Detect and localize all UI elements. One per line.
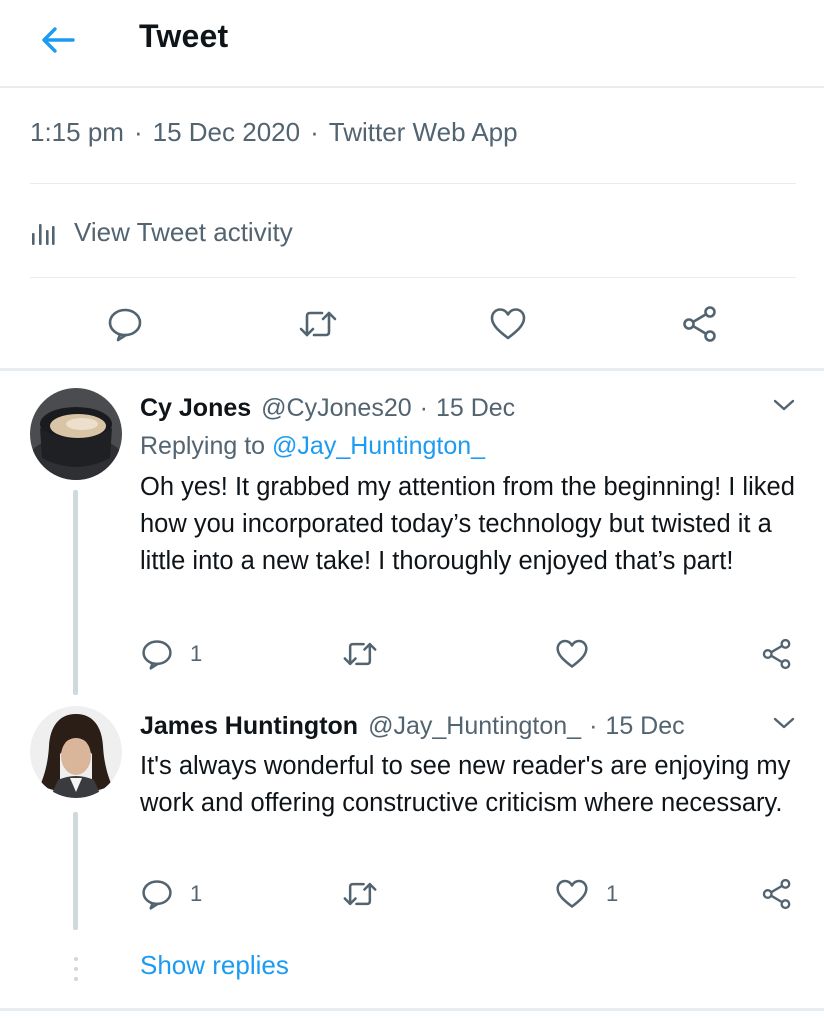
replying-to-line: Replying to @Jay_Huntington_ <box>140 432 820 464</box>
reply-text: Oh yes! It grabbed my attention from the… <box>140 473 795 575</box>
reply-icon <box>108 308 142 342</box>
profile-photo-avatar-image <box>30 706 122 798</box>
reply-button[interactable] <box>97 296 153 352</box>
tweet-meta: 1:15 pm · 15 Dec 2020 · Twitter Web App <box>30 117 518 148</box>
header-separator: · <box>419 393 428 422</box>
share-button[interactable] <box>760 634 794 674</box>
divider <box>30 277 796 278</box>
replying-to-mention[interactable]: @Jay_Huntington_ <box>272 432 485 460</box>
arrow-left-icon <box>42 27 75 53</box>
back-button[interactable] <box>36 18 80 62</box>
reply-james-huntington: James Huntington @Jay_Huntington_ · 15 D… <box>140 709 820 822</box>
like-button[interactable]: 1 <box>554 874 618 914</box>
reply-count: 1 <box>190 881 203 906</box>
author-name[interactable]: Cy Jones <box>140 394 251 423</box>
share-icon <box>762 638 791 670</box>
reply-icon <box>142 880 172 910</box>
more-replies-dots <box>74 954 78 984</box>
like-icon <box>556 879 588 908</box>
avatar[interactable] <box>30 706 122 798</box>
retweet-button[interactable] <box>290 296 346 352</box>
chevron-down-icon <box>773 717 795 729</box>
reply-count: 1 <box>190 641 203 666</box>
tweet-date[interactable]: 15 Dec 2020 <box>153 117 300 147</box>
reply-date[interactable]: 15 Dec <box>436 394 515 423</box>
like-button[interactable] <box>480 296 536 352</box>
meta-separator: · <box>310 117 319 147</box>
more-options-button[interactable] <box>769 708 799 738</box>
reply-text: It's always wonderful to see new reader'… <box>140 752 791 817</box>
tweet-time[interactable]: 1:15 pm <box>30 117 124 147</box>
section-divider <box>0 1008 824 1011</box>
top-bar: Tweet <box>0 0 824 88</box>
author-handle[interactable]: @Jay_Huntington_ <box>368 712 581 741</box>
reply-header: James Huntington @Jay_Huntington_ · 15 D… <box>140 709 820 743</box>
reply-icon <box>142 640 172 670</box>
show-replies-link[interactable]: Show replies <box>140 950 289 981</box>
retweet-button[interactable] <box>342 874 394 914</box>
view-tweet-activity-link[interactable]: View Tweet activity <box>30 212 293 252</box>
share-icon <box>762 878 791 910</box>
tweet-action-bar <box>0 296 824 356</box>
author-name[interactable]: James Huntington <box>140 712 358 741</box>
reply-date[interactable]: 15 Dec <box>605 712 684 741</box>
author-handle[interactable]: @CyJones20 <box>261 394 411 423</box>
more-options-button[interactable] <box>769 390 799 420</box>
reply-cy-jones: Cy Jones @CyJones20 · 15 Dec Replying to… <box>140 391 820 580</box>
coffee-cup-avatar-image <box>30 388 122 480</box>
retweet-icon <box>343 882 377 906</box>
reply-header: Cy Jones @CyJones20 · 15 Dec <box>140 391 820 425</box>
tweet-source[interactable]: Twitter Web App <box>329 117 518 147</box>
like-button[interactable] <box>554 634 606 674</box>
header-separator: · <box>589 711 598 740</box>
section-divider <box>0 368 824 371</box>
view-tweet-activity-label: View Tweet activity <box>74 216 293 247</box>
bar-chart-icon <box>32 224 55 245</box>
divider <box>30 183 796 184</box>
share-button[interactable] <box>760 874 794 914</box>
retweet-icon <box>299 311 337 337</box>
meta-separator: · <box>133 117 143 147</box>
chevron-down-icon <box>773 399 795 411</box>
like-count: 1 <box>606 881 619 906</box>
share-button[interactable] <box>672 296 728 352</box>
page-title: Tweet <box>139 18 229 54</box>
replying-to-label: Replying to <box>140 432 266 460</box>
like-icon <box>556 639 588 668</box>
avatar[interactable] <box>30 388 122 480</box>
thread-line <box>73 490 78 695</box>
retweet-icon <box>343 642 377 666</box>
share-icon <box>683 306 716 342</box>
reply-button[interactable]: 1 <box>140 634 202 674</box>
reply-action-bar: 1 <box>140 634 820 674</box>
thread-line <box>73 812 78 930</box>
reply-button[interactable]: 1 <box>140 874 202 914</box>
retweet-button[interactable] <box>342 634 394 674</box>
like-icon <box>490 308 526 340</box>
reply-action-bar: 1 1 <box>140 874 820 914</box>
